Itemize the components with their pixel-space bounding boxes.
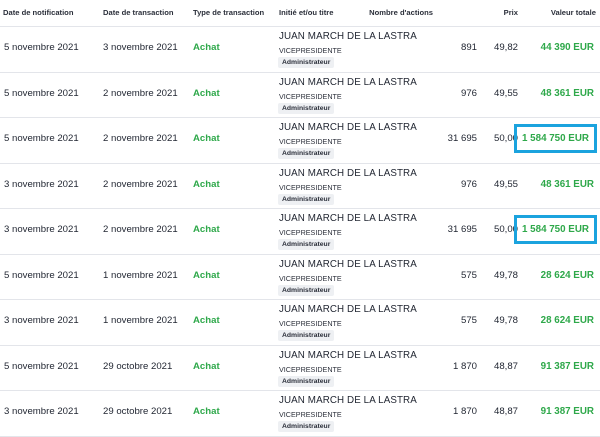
- transaction-date: 1 novembre 2021: [103, 269, 178, 281]
- insider-role: VICEPRESIDENTE: [279, 319, 342, 328]
- share-price: 49,78: [493, 269, 518, 281]
- shares-count: 575: [460, 315, 477, 326]
- total-value: 1 584 750 EUR: [514, 215, 597, 244]
- transaction-date: 3 novembre 2021: [103, 42, 178, 53]
- total-value: 48 361 EUR: [540, 87, 594, 99]
- insider-badge: Administrateur: [278, 330, 335, 341]
- shares-count: 976: [460, 178, 477, 190]
- header-total-value[interactable]: Valeur totale: [551, 8, 596, 17]
- insider-name[interactable]: JUAN MARCH DE LA LASTRA: [279, 395, 417, 406]
- table-row[interactable]: 5 novembre 2021 2 novembre 2021 Achat JUAN …: [0, 73, 600, 118]
- transaction-date: 1 novembre 2021: [103, 315, 178, 326]
- header-notification-date[interactable]: Date de notification: [3, 8, 73, 17]
- insider-badge: Administrateur: [278, 148, 335, 159]
- insider-name[interactable]: JUAN MARCH DE LA LASTRA: [279, 304, 417, 315]
- notification-date: 5 novembre 2021: [4, 269, 79, 281]
- insider-badge: Administrateur: [278, 421, 335, 432]
- shares-count: 1 870: [452, 360, 477, 372]
- insider-role: VICEPRESIDENTE: [279, 410, 342, 419]
- insider-badge: Administrateur: [278, 57, 335, 68]
- notification-date: 3 novembre 2021: [4, 406, 79, 417]
- notification-date: 5 novembre 2021: [4, 42, 79, 53]
- header-price[interactable]: Prix: [504, 8, 518, 17]
- notification-date: 5 novembre 2021: [4, 87, 79, 99]
- table-row[interactable]: 3 novembre 2021 2 novembre 2021 Achat JUAN …: [0, 164, 600, 209]
- share-price: 49,55: [493, 87, 518, 99]
- insider-role: VICEPRESIDENTE: [279, 228, 342, 237]
- insider-badge: Administrateur: [278, 102, 335, 114]
- total-value: 91 387 EUR: [540, 360, 594, 372]
- insider-badge: Administrateur: [278, 375, 335, 387]
- table-row[interactable]: 3 novembre 2021 29 octobre 2021 Achat JUAN …: [0, 391, 600, 437]
- notification-date: 5 novembre 2021: [4, 133, 79, 144]
- share-price: 49,78: [493, 315, 518, 326]
- table-row[interactable]: 3 novembre 2021 1 novembre 2021 Achat JUAN …: [0, 300, 600, 346]
- share-price: 48,87: [493, 360, 518, 372]
- insider-name[interactable]: JUAN MARCH DE LA LASTRA: [279, 77, 417, 88]
- table-row[interactable]: 5 novembre 2021 2 novembre 2021 Achat JUAN …: [0, 118, 600, 164]
- transaction-type: Achat: [193, 269, 220, 281]
- transaction-date: 2 novembre 2021: [103, 87, 178, 99]
- share-price: 48,87: [493, 406, 518, 417]
- transaction-type: Achat: [193, 178, 220, 190]
- insider-name[interactable]: JUAN MARCH DE LA LASTRA: [279, 31, 417, 42]
- header-shares[interactable]: Nombre d'actions: [369, 8, 433, 17]
- total-value: 28 624 EUR: [540, 269, 594, 281]
- insider-name[interactable]: JUAN MARCH DE LA LASTRA: [279, 168, 417, 179]
- insider-role: VICEPRESIDENTE: [279, 273, 342, 283]
- shares-count: 891: [460, 42, 477, 53]
- insider-badge: Administrateur: [278, 284, 335, 296]
- total-value: 44 390 EUR: [540, 42, 594, 53]
- insider-role: VICEPRESIDENTE: [279, 91, 342, 101]
- shares-count: 1 870: [452, 406, 477, 417]
- transaction-date: 2 novembre 2021: [103, 178, 178, 190]
- insider-name[interactable]: JUAN MARCH DE LA LASTRA: [279, 213, 417, 224]
- share-price: 49,55: [493, 178, 518, 190]
- notification-date: 3 novembre 2021: [4, 315, 79, 326]
- header-transaction-date[interactable]: Date de transaction: [103, 8, 173, 17]
- transaction-type: Achat: [193, 224, 220, 235]
- total-value: 48 361 EUR: [540, 178, 594, 190]
- transaction-type: Achat: [193, 42, 220, 53]
- insider-role: VICEPRESIDENTE: [279, 364, 342, 374]
- header-insider[interactable]: Initié et/ou titre: [279, 8, 333, 17]
- insider-badge: Administrateur: [278, 193, 335, 205]
- transaction-date: 29 octobre 2021: [103, 360, 173, 372]
- transaction-type: Achat: [193, 133, 220, 144]
- transaction-date: 2 novembre 2021: [103, 224, 178, 235]
- share-price: 49,82: [493, 42, 518, 53]
- insider-name[interactable]: JUAN MARCH DE LA LASTRA: [279, 122, 417, 133]
- insider-role: VICEPRESIDENTE: [279, 182, 342, 192]
- insider-role: VICEPRESIDENTE: [279, 46, 342, 55]
- total-value: 1 584 750 EUR: [514, 124, 597, 153]
- table-row[interactable]: 5 novembre 2021 1 novembre 2021 Achat JUAN …: [0, 255, 600, 300]
- shares-count: 575: [460, 269, 477, 281]
- insider-role: VICEPRESIDENTE: [279, 137, 342, 146]
- transaction-type: Achat: [193, 406, 220, 417]
- table-row[interactable]: 5 novembre 2021 29 octobre 2021 Achat JUAN …: [0, 346, 600, 391]
- total-value: 28 624 EUR: [540, 315, 594, 326]
- notification-date: 3 novembre 2021: [4, 224, 79, 235]
- transaction-type: Achat: [193, 87, 220, 99]
- table-header: Date de notification Date de transaction…: [0, 0, 600, 27]
- insider-name[interactable]: JUAN MARCH DE LA LASTRA: [279, 350, 417, 361]
- notification-date: 3 novembre 2021: [4, 178, 79, 190]
- shares-count: 31 695: [447, 224, 477, 235]
- transaction-date: 2 novembre 2021: [103, 133, 178, 144]
- insider-transactions-table: Date de notification Date de transaction…: [0, 0, 600, 437]
- insider-name[interactable]: JUAN MARCH DE LA LASTRA: [279, 259, 417, 270]
- insider-badge: Administrateur: [278, 239, 335, 250]
- shares-count: 976: [460, 87, 477, 99]
- header-transaction-type[interactable]: Type de transaction: [193, 8, 264, 17]
- notification-date: 5 novembre 2021: [4, 360, 79, 372]
- transaction-type: Achat: [193, 360, 220, 372]
- transaction-date: 29 octobre 2021: [103, 406, 173, 417]
- transaction-type: Achat: [193, 315, 220, 326]
- table-body: 5 novembre 2021 3 novembre 2021 Achat JUAN …: [0, 27, 600, 437]
- table-row[interactable]: 3 novembre 2021 2 novembre 2021 Achat JUAN …: [0, 209, 600, 255]
- shares-count: 31 695: [447, 133, 477, 144]
- table-row[interactable]: 5 novembre 2021 3 novembre 2021 Achat JUAN …: [0, 27, 600, 73]
- total-value: 91 387 EUR: [540, 406, 594, 417]
